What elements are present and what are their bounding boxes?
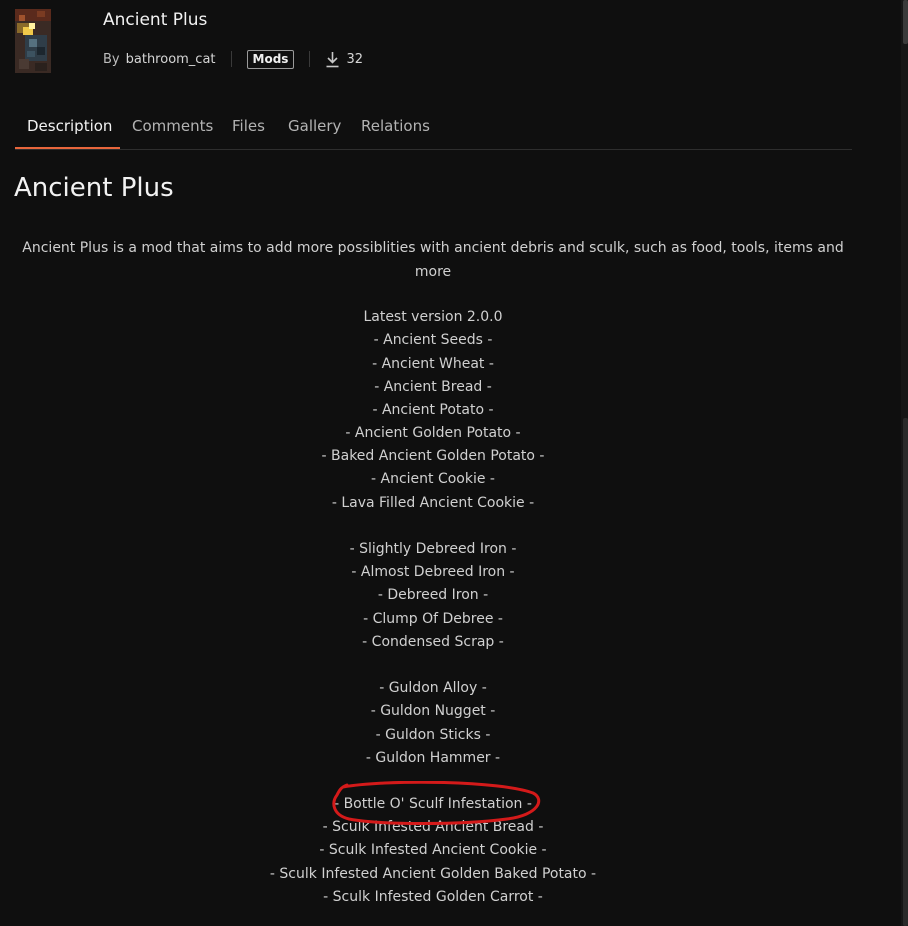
active-tab-indicator [15, 147, 120, 149]
download-count: 32 [325, 51, 363, 68]
feature-list-item: - Sculk Infested Ancient Cookie - [319, 842, 547, 858]
scrollbar-thumb[interactable] [903, 418, 908, 926]
download-icon [325, 51, 340, 68]
feature-list-item: - Guldon Hammer - [365, 750, 501, 766]
category-badge[interactable]: Mods [246, 49, 295, 69]
tab-description[interactable]: Description [27, 117, 112, 135]
meta-divider [309, 51, 311, 67]
tab-comments[interactable]: Comments [132, 117, 213, 135]
feature-list-item: - Ancient Seeds - [373, 332, 493, 348]
feature-list-item: - Lava Filled Ancient Cookie - [331, 495, 535, 511]
feature-list-item: - Ancient Cookie - [371, 471, 495, 487]
tab-gallery[interactable]: Gallery [288, 117, 341, 135]
latest-version-text: Latest version 2.0.0 [363, 309, 503, 325]
meta-divider [230, 51, 232, 67]
feature-list-item: - Debreed Iron - [377, 587, 489, 603]
feature-list-item: - Slightly Debreed Iron - [349, 541, 517, 557]
description-heading: Ancient Plus [14, 173, 174, 203]
feature-list-item: - Guldon Nugget - [370, 703, 496, 719]
feature-list-item: - Condensed Scrap - [362, 634, 504, 650]
project-page: Ancient Plus By bathroom_cat Mods 32 Des… [0, 0, 908, 926]
tab-relations[interactable]: Relations [361, 117, 430, 135]
feature-list-item: - Ancient Golden Potato - [345, 425, 521, 441]
tab-files[interactable]: Files [232, 117, 265, 135]
feature-list-item: - Sculk Infested Ancient Bread - [322, 819, 544, 835]
feature-list-item: - Guldon Alloy - [379, 680, 487, 696]
project-tabs: Description Comments Files Gallery Relat… [15, 108, 852, 150]
by-label: By [103, 51, 120, 67]
feature-list-item: - Ancient Wheat - [372, 356, 494, 372]
author-link[interactable]: bathroom_cat [126, 52, 216, 67]
scrollbar-upper-segment [903, 0, 908, 44]
feature-list-item: - Sculk Infested Ancient Golden Baked Po… [269, 866, 597, 882]
project-title[interactable]: Ancient Plus [103, 10, 207, 30]
project-meta: By bathroom_cat Mods 32 [103, 48, 363, 70]
download-count-value: 32 [346, 51, 363, 67]
feature-list-item: - Guldon Sticks - [375, 727, 491, 743]
feature-list-item: - Clump Of Debree - [363, 611, 503, 627]
project-header: Ancient Plus By bathroom_cat Mods 32 [15, 8, 855, 80]
feature-list-item: - Bottle O' Sculf Infestation - [334, 796, 532, 812]
project-thumbnail[interactable] [15, 9, 51, 73]
feature-list-item: - Almost Debreed Iron - [351, 564, 515, 580]
feature-list-item: - Ancient Potato - [372, 402, 494, 418]
feature-list-item: - Ancient Bread - [374, 379, 492, 395]
feature-list-item: - Baked Ancient Golden Potato - [321, 448, 545, 464]
ancient-debris-pickaxe-icon [15, 9, 51, 73]
feature-list-item: - Sculk Infested Golden Carrot - [323, 889, 543, 905]
description-intro: Ancient Plus is a mod that aims to add m… [22, 240, 844, 280]
